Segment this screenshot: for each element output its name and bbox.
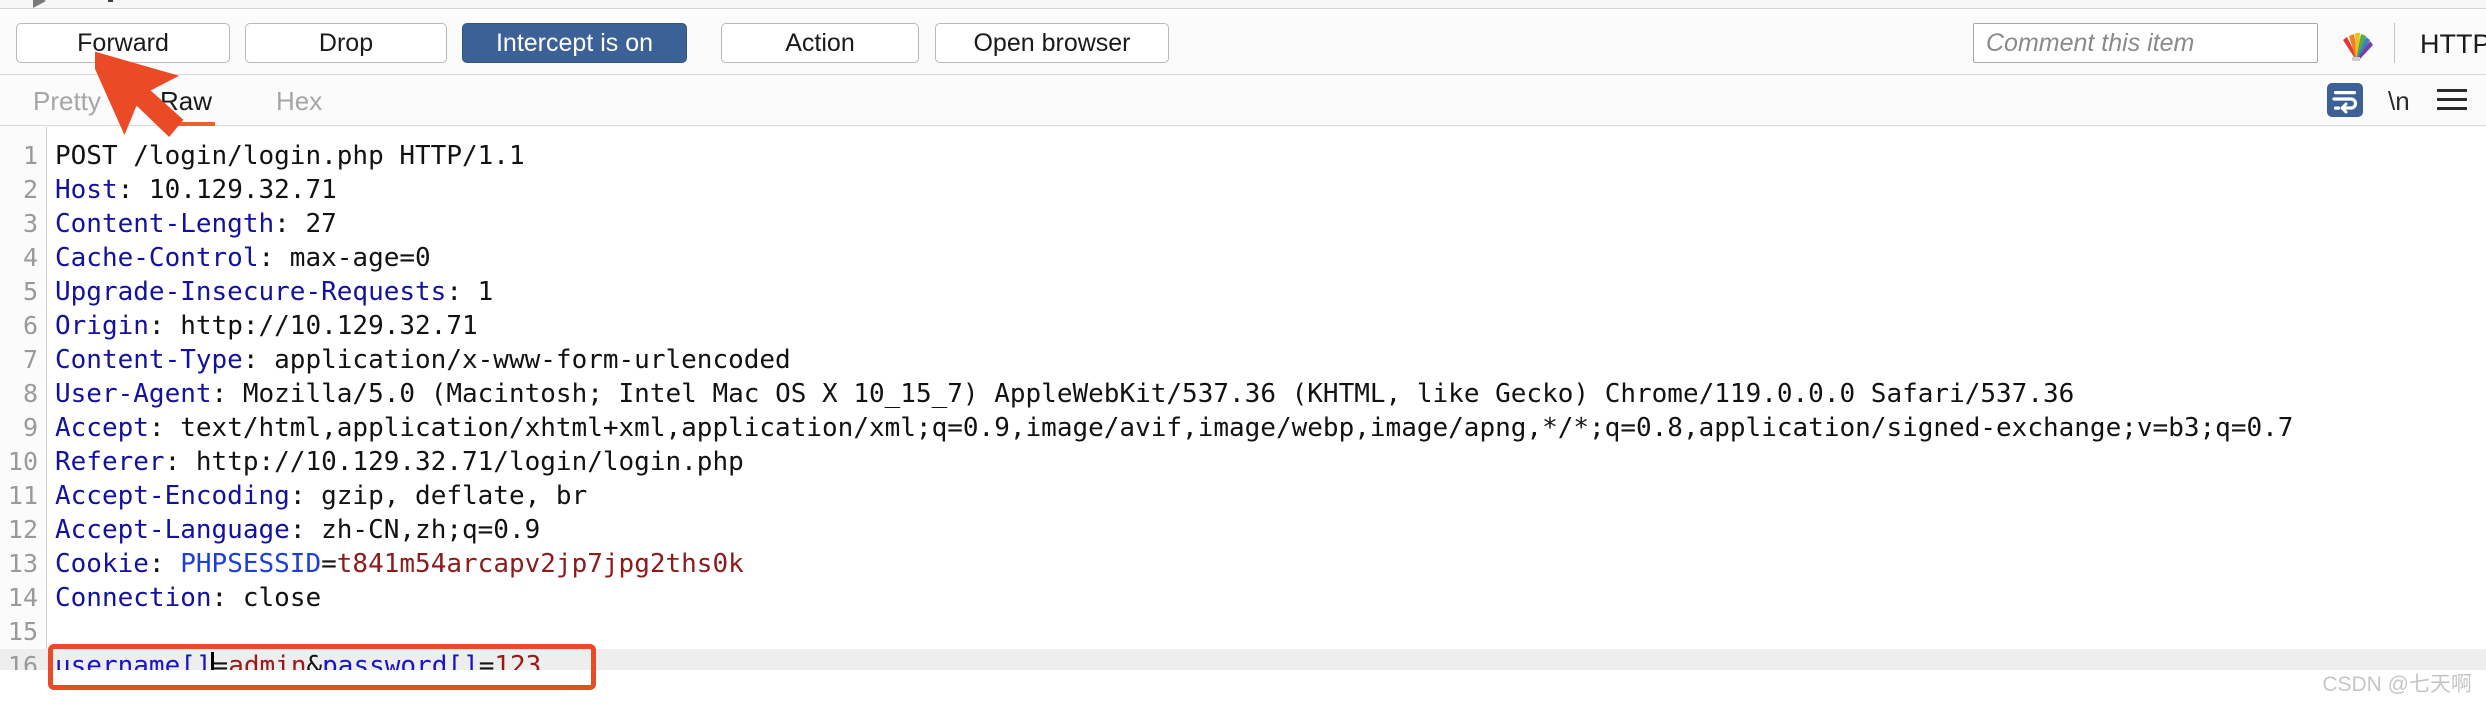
drop-button[interactable]: Drop (245, 23, 447, 63)
comment-input[interactable] (1973, 23, 2318, 63)
line-text: Host: 10.129.32.71 (55, 173, 337, 207)
line-text: Connection: close (55, 581, 321, 615)
line-segment: Cookie (55, 549, 149, 579)
line-segment: Host (55, 175, 118, 205)
request-line[interactable]: 12 Accept-Language: zh-CN,zh;q=0.9 (0, 513, 2486, 547)
request-editor[interactable]: 1 POST /login/login.php HTTP/1.1 2 Host: 10… (0, 127, 2486, 708)
csdn-watermark: CSDN @七天啊 (2322, 673, 2472, 696)
line-number: 4 (22, 243, 38, 272)
hamburger-menu-icon[interactable] (2437, 89, 2467, 111)
intercept-toggle-button[interactable]: Intercept is on (462, 23, 687, 63)
line-number: 9 (22, 413, 38, 442)
line-segment: : max-age=0 (258, 243, 431, 273)
line-segment: User-Agent (55, 379, 212, 409)
burp-intercept-panel: Forward Drop Intercept is on Action Open… (0, 0, 2486, 708)
line-segment: : zh-CN,zh;q=0.9 (289, 515, 541, 545)
line-segment: : close (211, 583, 322, 613)
line-segment: : 10.129.32.71 (117, 175, 337, 205)
line-text: Content-Length: 27 (55, 207, 337, 241)
line-segment: : http://10.129.32.71/login/login.php (164, 447, 744, 477)
tab-hex[interactable]: Hex (276, 76, 328, 126)
line-number: 6 (22, 311, 38, 340)
request-line[interactable]: 15 (0, 615, 2486, 649)
request-line[interactable]: 14 Connection: close (0, 581, 2486, 615)
request-line[interactable]: 13 Cookie: PHPSESSID=t841m54arcapv2jp7jpg… (0, 547, 2486, 581)
line-number: 3 (22, 209, 38, 238)
line-segment: Origin (55, 311, 149, 341)
line-segment: : application/x-www-form-urlencoded (242, 345, 791, 375)
line-text: Referer: http://10.129.32.71/login/login… (55, 445, 744, 479)
line-number: 12 (7, 515, 38, 544)
line-segment: Accept-Language (55, 515, 290, 545)
line-text: Cache-Control: max-age=0 (55, 241, 431, 275)
window-top-edge (0, 0, 2486, 9)
line-segment: : text/html,application/xhtml+xml,applic… (148, 413, 2294, 443)
line-segment: Accept-Encoding (55, 481, 290, 511)
line-text: Cookie: PHPSESSID=t841m54arcapv2jp7jpg2t… (55, 547, 744, 581)
line-number: 11 (7, 481, 38, 510)
line-segment: Content-Type (55, 345, 243, 375)
play-triangle-icon (33, 0, 46, 8)
line-segment: PHPSESSID (180, 549, 322, 579)
top-dot-icon (108, 0, 113, 2)
http-version-label: HTTP/1 (2420, 29, 2486, 59)
action-button[interactable]: Action (721, 23, 919, 63)
rainbow-highlighter-icon[interactable] (2336, 26, 2376, 62)
line-segment: : (148, 549, 181, 579)
word-wrap-icon[interactable] (2327, 83, 2363, 117)
line-segment: Accept (55, 413, 149, 443)
open-browser-button[interactable]: Open browser (935, 23, 1169, 63)
line-segment: Content-Length (55, 209, 275, 239)
line-segment: Connection (55, 583, 212, 613)
request-line[interactable]: 10 Referer: http://10.129.32.71/login/log… (0, 445, 2486, 479)
line-segment: Referer (55, 447, 165, 477)
line-segment: POST /login/login.php HTTP/1.1 (55, 141, 525, 171)
line-number: 2 (22, 175, 38, 204)
line-number: 14 (7, 583, 38, 612)
line-text: Accept: text/html,application/xhtml+xml,… (55, 411, 2293, 445)
request-line[interactable]: 3 Content-Length: 27 (0, 207, 2486, 241)
forward-button[interactable]: Forward (16, 23, 230, 63)
line-segment: : Mozilla/5.0 (Macintosh; Intel Mac OS X… (211, 379, 2075, 409)
request-line[interactable]: 4 Cache-Control: max-age=0 (0, 241, 2486, 275)
request-line[interactable]: 11 Accept-Encoding: gzip, deflate, br (0, 479, 2486, 513)
line-number: 8 (22, 379, 38, 408)
request-line[interactable]: 1 POST /login/login.php HTTP/1.1 (0, 139, 2486, 173)
newline-toggle-icon[interactable]: \n (2388, 86, 2410, 117)
request-line[interactable]: 5 Upgrade-Insecure-Requests: 1 (0, 275, 2486, 309)
message-view-tabs: Pretty Raw Hex \n (0, 76, 2486, 126)
line-number: 7 (22, 345, 38, 374)
line-text: POST /login/login.php HTTP/1.1 (55, 139, 525, 173)
toolbar-divider (2394, 23, 2395, 63)
watermark-strip (0, 670, 2486, 708)
line-number: 13 (7, 549, 38, 578)
request-line[interactable]: 2 Host: 10.129.32.71 (0, 173, 2486, 207)
request-line[interactable]: 8 User-Agent: Mozilla/5.0 (Macintosh; Int… (0, 377, 2486, 411)
line-number: 15 (7, 617, 38, 646)
line-segment: : http://10.129.32.71 (148, 311, 478, 341)
line-segment: : 1 (446, 277, 494, 307)
request-lines: 1 POST /login/login.php HTTP/1.1 2 Host: 10… (0, 139, 2486, 683)
line-segment: : 27 (274, 209, 337, 239)
line-text: User-Agent: Mozilla/5.0 (Macintosh; Inte… (55, 377, 2074, 411)
line-number: 5 (22, 277, 38, 306)
tab-pretty[interactable]: Pretty (33, 76, 101, 126)
line-text: Content-Type: application/x-www-form-url… (55, 343, 791, 377)
line-text: Upgrade-Insecure-Requests: 1 (55, 275, 493, 309)
request-line[interactable]: 6 Origin: http://10.129.32.71 (0, 309, 2486, 343)
line-number: 10 (7, 447, 38, 476)
line-text: Origin: http://10.129.32.71 (55, 309, 478, 343)
line-segment: t841m54arcapv2jp7jpg2ths0k (336, 549, 744, 579)
line-number: 1 (22, 141, 38, 170)
request-line[interactable]: 9 Accept: text/html,application/xhtml+xml… (0, 411, 2486, 445)
line-segment: : gzip, deflate, br (289, 481, 588, 511)
request-line[interactable]: 7 Content-Type: application/x-www-form-ur… (0, 343, 2486, 377)
tab-raw[interactable]: Raw (160, 76, 215, 126)
line-segment: Cache-Control (55, 243, 259, 273)
line-text: Accept-Language: zh-CN,zh;q=0.9 (55, 513, 540, 547)
line-segment: Upgrade-Insecure-Requests (55, 277, 447, 307)
intercept-toolbar: Forward Drop Intercept is on Action Open… (0, 9, 2486, 75)
line-segment: = (321, 549, 337, 579)
line-text: Accept-Encoding: gzip, deflate, br (55, 479, 587, 513)
